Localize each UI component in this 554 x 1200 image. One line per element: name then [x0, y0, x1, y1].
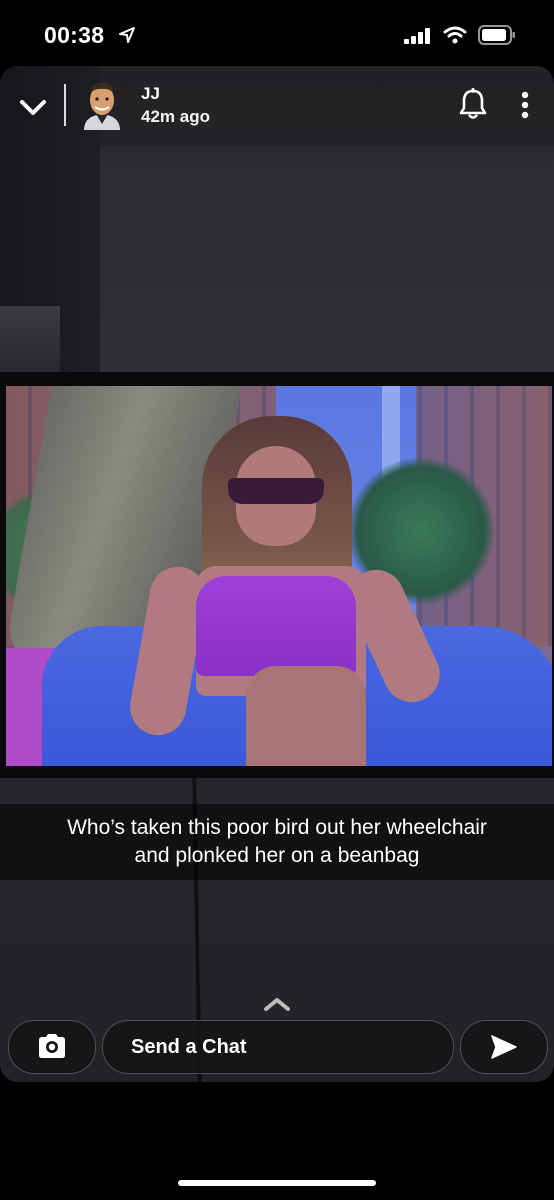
snap-timestamp: 42m ago	[141, 107, 210, 126]
caption-line-2: and plonked her on a beanbag	[134, 844, 420, 867]
signal-icon	[404, 28, 432, 49]
chevron-down-icon[interactable]	[16, 92, 50, 122]
snap-viewer[interactable]: JJ 42m ago Who’s taken this poor bird ou…	[0, 66, 554, 1082]
more-vertical-icon[interactable]	[518, 90, 532, 122]
header-divider	[64, 84, 66, 126]
camera-button[interactable]	[8, 1020, 96, 1074]
wifi-icon	[443, 26, 467, 49]
person-legs	[246, 666, 366, 766]
camera-icon	[39, 1034, 65, 1058]
person-figure	[125, 416, 449, 766]
location-arrow-icon	[118, 26, 136, 49]
send-button[interactable]	[460, 1020, 548, 1074]
bitmoji-avatar[interactable]	[80, 80, 124, 130]
caption-line-1: Who’s taken this poor bird out her wheel…	[67, 816, 487, 839]
background-wall-panel	[100, 146, 554, 386]
snap-header: JJ 42m ago	[0, 66, 554, 156]
status-time: 00:38	[44, 22, 105, 48]
home-indicator[interactable]	[178, 1180, 376, 1186]
chevron-up-icon[interactable]	[262, 996, 292, 1012]
status-bar: 00:38	[0, 0, 554, 66]
battery-icon	[478, 25, 516, 50]
person-top	[196, 576, 356, 676]
bell-icon[interactable]	[458, 87, 488, 120]
chat-placeholder: Send a Chat	[131, 1036, 247, 1058]
tv-frame	[0, 372, 554, 778]
send-chat-input[interactable]: Send a Chat	[102, 1020, 454, 1074]
snap-caption: Who’s taken this poor bird out her wheel…	[0, 804, 554, 880]
tv-screen-image	[6, 386, 552, 766]
send-arrow-icon	[491, 1035, 517, 1059]
sunglasses-icon	[228, 478, 324, 504]
sender-name[interactable]: JJ	[141, 84, 160, 104]
